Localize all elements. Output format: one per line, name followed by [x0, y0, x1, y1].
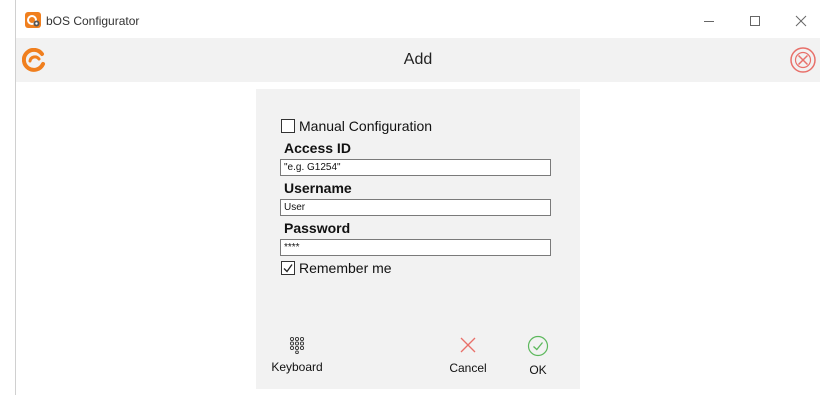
checkbox-checked[interactable] — [281, 261, 295, 275]
minimize-button[interactable] — [686, 6, 732, 36]
maximize-icon — [750, 16, 760, 26]
minimize-icon — [704, 21, 714, 22]
keyboard-button[interactable]: Keyboard — [269, 336, 325, 374]
remember-me-label: Remember me — [299, 260, 392, 276]
ok-button[interactable]: OK — [520, 335, 556, 377]
keyboard-label: Keyboard — [271, 360, 323, 374]
access-id-label: Access ID — [284, 140, 351, 156]
cancel-button[interactable]: Cancel — [446, 335, 490, 375]
manual-configuration-checkbox[interactable]: Manual Configuration — [281, 118, 432, 134]
app-icon — [25, 12, 41, 28]
password-field[interactable] — [280, 239, 551, 256]
title-bar: bOS Configurator — [16, 0, 820, 38]
keypad-icon — [289, 336, 305, 354]
access-id-field[interactable] — [280, 159, 551, 176]
ok-label: OK — [529, 363, 547, 377]
cancel-label: Cancel — [449, 361, 487, 375]
username-field[interactable] — [280, 199, 551, 216]
password-label: Password — [284, 220, 351, 236]
checkbox-unchecked[interactable] — [281, 119, 295, 133]
page-title: Add — [403, 51, 433, 68]
check-circle-icon — [527, 335, 549, 357]
maximize-button[interactable] — [732, 6, 778, 36]
add-dialog-panel: Manual Configuration Access ID Username … — [256, 89, 580, 389]
window-title: bOS Configurator — [46, 14, 140, 28]
username-label: Username — [284, 180, 352, 196]
remember-me-checkbox[interactable]: Remember me — [281, 260, 392, 276]
page-header: Add — [16, 38, 820, 82]
close-icon — [795, 15, 807, 27]
window-close-button[interactable] — [778, 6, 820, 36]
cross-icon — [460, 337, 476, 353]
check-mark-icon — [283, 264, 293, 273]
close-circle-icon[interactable] — [789, 46, 817, 74]
manual-configuration-label: Manual Configuration — [299, 118, 433, 134]
